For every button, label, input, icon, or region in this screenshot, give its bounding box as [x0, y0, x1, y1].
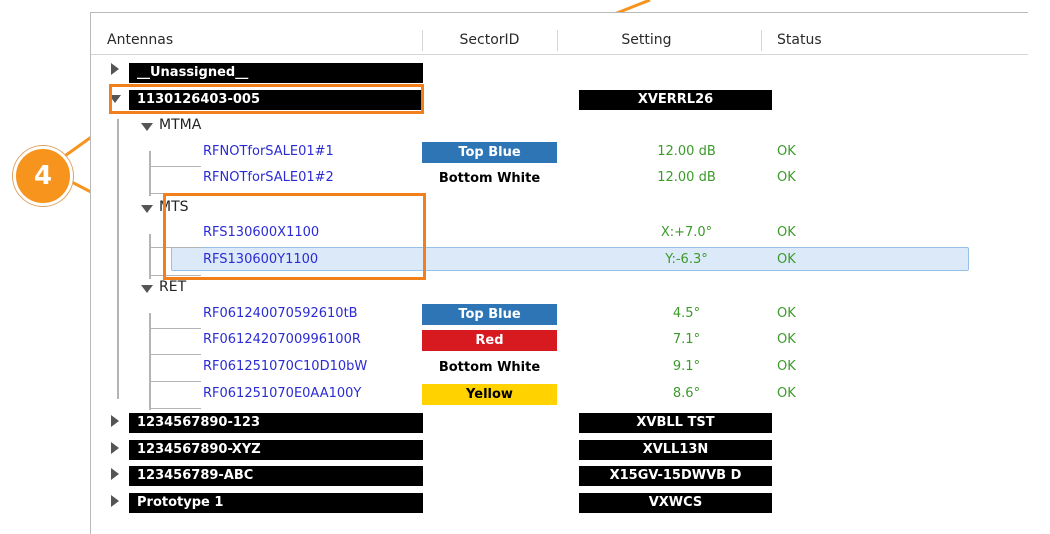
highlight-box-mts — [163, 193, 426, 280]
expand-icon[interactable] — [111, 442, 119, 454]
group-setting: XVBLL TST — [579, 413, 772, 433]
setting-value: 4.5° — [672, 306, 701, 321]
tree-line — [149, 234, 151, 279]
device-row[interactable]: RF061240070592610tB — [203, 306, 358, 321]
sector-badge: Bottom White — [422, 168, 557, 189]
status-value: OK — [777, 170, 796, 185]
device-row[interactable]: RF061251070C10D10bW — [203, 359, 367, 374]
status-value: OK — [777, 332, 796, 347]
column-header: Antennas SectorID Setting Status — [91, 27, 1028, 55]
collapse-icon[interactable] — [141, 285, 153, 293]
sector-badge: Top Blue — [422, 142, 557, 163]
status-value: OK — [777, 252, 796, 267]
setting-value: 8.6° — [672, 386, 701, 401]
sector-badge: Red — [422, 330, 557, 351]
status-value: OK — [777, 144, 796, 159]
device-row[interactable]: RFNOTforSALE01#1 — [203, 144, 334, 159]
antenna-tree-panel: Antennas SectorID Setting Status __Unass… — [90, 12, 1028, 534]
sector-badge: Top Blue — [422, 304, 557, 325]
setting-value: 7.1° — [672, 332, 701, 347]
expand-icon[interactable] — [111, 415, 119, 427]
sector-badge: Yellow — [422, 384, 557, 405]
group-node[interactable]: Prototype 1 — [129, 493, 423, 513]
col-status[interactable]: Status — [777, 27, 822, 54]
group-setting-selected: XVERRL26 — [579, 90, 772, 110]
col-sectorid[interactable]: SectorID — [422, 27, 557, 54]
group-ret[interactable]: RET — [159, 279, 186, 295]
device-row[interactable]: RF061251070E0AA100Y — [203, 386, 361, 401]
group-node[interactable]: 1234567890-123 — [129, 413, 423, 433]
group-setting: VXWCS — [579, 493, 772, 513]
setting-value: X:+7.0° — [660, 225, 713, 240]
status-value: OK — [777, 225, 796, 240]
col-antennas[interactable]: Antennas — [107, 27, 173, 54]
callout-badge: 4 — [13, 146, 73, 206]
setting-value: 12.00 dB — [657, 170, 716, 185]
highlight-box-group — [109, 84, 424, 114]
status-value: OK — [777, 359, 796, 374]
collapse-icon[interactable] — [141, 205, 153, 213]
sector-badge: Bottom White — [422, 357, 557, 378]
setting-value: 12.00 dB — [657, 144, 716, 159]
tree-line — [149, 151, 151, 196]
collapse-icon[interactable] — [141, 123, 153, 131]
unassigned-node[interactable]: __Unassigned__ — [129, 63, 423, 83]
group-node[interactable]: 123456789-ABC — [129, 466, 423, 486]
group-setting: XVLL13N — [579, 440, 772, 460]
expand-icon[interactable] — [111, 63, 119, 75]
setting-value: Y:-6.3° — [665, 252, 708, 267]
setting-value: 9.1° — [672, 359, 701, 374]
status-value: OK — [777, 386, 796, 401]
device-row[interactable]: RF0612420700996100R — [203, 332, 361, 347]
col-setting[interactable]: Setting — [579, 27, 714, 54]
expand-icon[interactable] — [111, 495, 119, 507]
group-setting: X15GV-15DWVB D — [579, 466, 772, 486]
status-value: OK — [777, 306, 796, 321]
tree-line — [117, 119, 119, 399]
expand-icon[interactable] — [111, 468, 119, 480]
group-mtma[interactable]: MTMA — [159, 117, 201, 133]
device-row[interactable]: RFNOTforSALE01#2 — [203, 170, 334, 185]
group-node[interactable]: 1234567890-XYZ — [129, 440, 423, 460]
